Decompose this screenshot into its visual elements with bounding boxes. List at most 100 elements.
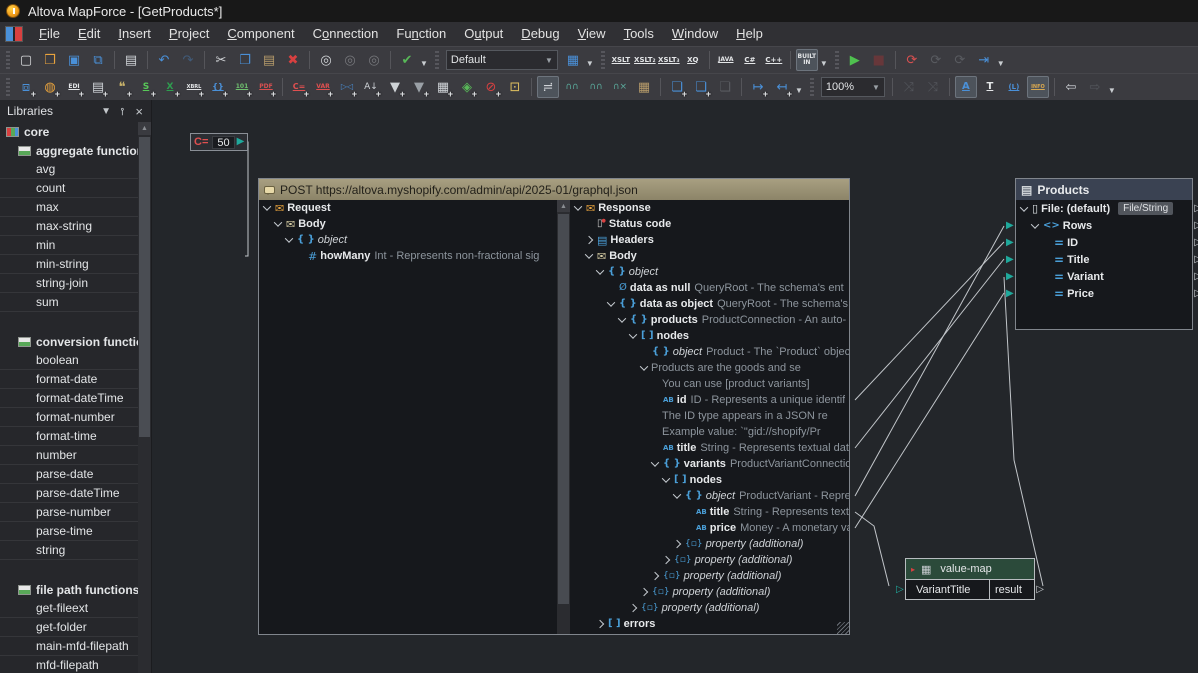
tb-insert-sql-where[interactable]: ▼+ (408, 76, 430, 98)
tb-insert-database[interactable]: ◍+ (39, 76, 61, 98)
tb-insert-if-else[interactable]: ◈+ (456, 76, 478, 98)
id-row[interactable]: ▶=ID▷ (1016, 234, 1192, 251)
property-additional-row[interactable]: {▫}property (additional)▷ (570, 584, 849, 600)
products-component[interactable]: ▤ Products ▯File: (default)File/String▷▶… (1015, 178, 1193, 330)
dropdown-arrow-icon[interactable]: ▼ (820, 59, 828, 68)
tb-print[interactable]: ▤ (120, 49, 142, 71)
input-connector[interactable]: ▷ (896, 585, 904, 595)
tb-mapping-settings[interactable]: ▦ (562, 49, 584, 71)
constant-component[interactable]: C= 50 ▶ (190, 133, 248, 151)
menu-view[interactable]: View (569, 23, 615, 44)
headers-row[interactable]: ▤Headers▷ (570, 232, 849, 248)
library-function-min[interactable]: min (0, 236, 138, 255)
object-row[interactable]: ▷{ }object (259, 232, 557, 248)
input-connector[interactable]: ▶ (1006, 221, 1014, 231)
library-function-get-folder[interactable]: get-folder (0, 618, 138, 637)
request-row[interactable]: ▷✉Request (259, 200, 557, 216)
output-connector[interactable]: ▷ (1194, 221, 1198, 231)
products-row[interactable]: { }productsProductConnection - An auto-▷ (570, 312, 849, 328)
library-function-mfd-filepath[interactable]: mfd-filepath (0, 656, 138, 673)
dropdown-arrow-icon[interactable]: ▼ (795, 86, 803, 95)
menu-function[interactable]: Function (387, 23, 455, 44)
file-default-row[interactable]: ▯File: (default)File/String▷ (1016, 200, 1192, 217)
tb-copy[interactable]: ❐ (234, 49, 256, 71)
toolbar-grip[interactable] (601, 51, 605, 69)
menu-help[interactable]: Help (727, 23, 772, 44)
chevron-down-icon[interactable] (585, 250, 593, 258)
rows-row[interactable]: ▶<>Rows▷ (1016, 217, 1192, 234)
value-map-input[interactable]: VariantTitle (906, 580, 990, 599)
body-row[interactable]: ▷✉Body (259, 216, 557, 232)
menu-window[interactable]: Window (663, 23, 727, 44)
library-function-main-mfd-filepath[interactable]: main-mfd-filepath (0, 637, 138, 656)
tb-xslt1[interactable]: XSLT (610, 49, 632, 71)
tb-insert-filter[interactable]: ▼+ (384, 76, 406, 98)
scroll-up-icon[interactable]: ▲ (138, 122, 151, 135)
tb-insert-value-map[interactable]: ▦+ (432, 76, 454, 98)
response-row[interactable]: ✉Response▷ (570, 200, 849, 216)
tb-insert-web-service[interactable]: ❝+ (111, 76, 133, 98)
chevron-down-icon[interactable] (1031, 220, 1039, 228)
output-connector[interactable]: ▷ (1194, 272, 1198, 282)
tb-back[interactable]: ⇦ (1060, 76, 1082, 98)
tb-insert-excel[interactable]: X+ (159, 76, 181, 98)
constant-value[interactable]: 50 (212, 136, 234, 149)
scrollbar-thumb[interactable] (139, 137, 150, 437)
tb-debug-step-into[interactable]: ⇥ (973, 49, 995, 71)
resize-grip[interactable] (837, 622, 849, 634)
library-aggregate-functions[interactable]: aggregate functions (0, 141, 138, 160)
price-row[interactable]: ABpriceMoney - A monetary valu▶ (570, 520, 849, 536)
output-connector[interactable]: ▷ (1194, 204, 1198, 214)
tb-insert-xbrl[interactable]: XBRL+ (183, 76, 205, 98)
property-additional-row[interactable]: {▫}property (additional)▷ (570, 536, 849, 552)
output-connector[interactable]: ▶ (237, 137, 245, 147)
close-icon[interactable]: × (131, 104, 147, 119)
variant-row[interactable]: ▶=Variant▷ (1016, 268, 1192, 285)
tb-insert-comment[interactable]: ⊡ (504, 76, 526, 98)
price-row[interactable]: ▶=Price▷ (1016, 285, 1192, 302)
tb-auto-connect-matching[interactable]: ∩∩ (585, 76, 607, 98)
library-file-path-functions[interactable]: file path functions (0, 580, 138, 599)
tb-insert-output[interactable]: ↤+ (771, 76, 793, 98)
wire-response.variant-object-to-products.Rows[interactable] (855, 226, 1004, 496)
library-core[interactable]: core (0, 122, 138, 141)
body-row[interactable]: ✉Body▷ (570, 248, 849, 264)
object-row[interactable]: { }object▷ (570, 264, 849, 280)
library-function-string-join[interactable]: string-join (0, 274, 138, 293)
chevron-down-icon[interactable] (263, 202, 271, 210)
chevron-right-icon[interactable] (596, 620, 604, 628)
toolbar-grip[interactable] (6, 78, 10, 96)
output-connector[interactable]: ▷ (1194, 289, 1198, 299)
tb-paste[interactable]: ▤ (258, 49, 280, 71)
input-connector[interactable]: ▶ (1006, 272, 1014, 282)
toolbar-grip[interactable] (835, 51, 839, 69)
tb-undo[interactable]: ↶ (153, 49, 175, 71)
howmany-row[interactable]: ▶#howManyInt - Represents non-fractional… (259, 248, 557, 264)
tb-xslt3[interactable]: XSLT₃ (658, 49, 680, 71)
tb-java[interactable]: JAVA (715, 49, 737, 71)
chevron-down-icon[interactable] (629, 330, 637, 338)
property-additional-row[interactable]: {▫}property (additional)▷ (570, 552, 849, 568)
input-connector[interactable]: ▶ (1006, 289, 1014, 299)
tb-show-annotations[interactable]: A (955, 76, 977, 98)
menu-connection[interactable]: Connection (304, 23, 388, 44)
toolbar-grip[interactable] (6, 51, 10, 69)
title-row[interactable]: ABtitleString - Represents textual dat▶ (570, 440, 849, 456)
chevron-down-icon[interactable] (1020, 203, 1028, 211)
tb-debug-step-out[interactable]: ⟳ (949, 49, 971, 71)
wire-response.title-to-products.Title[interactable] (855, 259, 1004, 448)
tb-insert-xml-schema[interactable]: ⧈+ (15, 76, 37, 98)
library-function-format-time[interactable]: format-time (0, 427, 138, 446)
zoom-combo[interactable]: 100%▼ (821, 77, 885, 97)
chevron-down-icon[interactable] (607, 298, 615, 306)
variants-row[interactable]: { }variantsProductVariantConnection▷ (570, 456, 849, 472)
menu-tools[interactable]: Tools (615, 23, 663, 44)
tb-insert-shopify[interactable]: S+ (135, 76, 157, 98)
tb-cut[interactable]: ✂ (210, 49, 232, 71)
data-as-object-row[interactable]: { }data as objectQueryRoot - The schema'… (570, 296, 849, 312)
chevron-down-icon[interactable]: ▼ (97, 106, 115, 117)
toolbar-grip[interactable] (435, 51, 439, 69)
tb-debug-step-over[interactable]: ⟳ (925, 49, 947, 71)
chevron-down-icon[interactable] (673, 490, 681, 498)
tb-built-in[interactable]: BUILT IN (796, 49, 818, 71)
